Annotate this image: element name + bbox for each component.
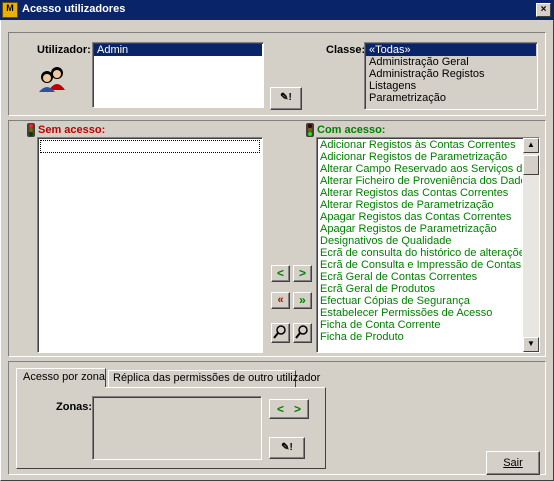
users-icon xyxy=(36,66,70,92)
search-left-button[interactable] xyxy=(271,323,290,343)
move-left-button[interactable]: < xyxy=(271,265,290,282)
list-item[interactable]: Ecrã de Consulta e Impressão de Contas C… xyxy=(317,259,522,271)
sem-acesso-label: Sem acesso: xyxy=(38,124,106,136)
move-right-button[interactable]: > xyxy=(293,265,312,282)
list-item[interactable]: Apagar Registos das Contas Correntes xyxy=(317,211,522,223)
list-item[interactable]: Alterar Ficheiro de Proveniência dos Dad… xyxy=(317,175,522,187)
active-tab-join xyxy=(17,385,105,388)
list-item[interactable]: Ecrã Geral de Produtos xyxy=(317,283,522,295)
com-acesso-label: Com acesso: xyxy=(317,124,386,136)
classe-item[interactable]: Administração Registos xyxy=(366,68,536,80)
classe-listbox[interactable]: «Todas» Administração Geral Administraçã… xyxy=(364,42,538,110)
traffic-light-green-icon xyxy=(306,123,314,137)
classe-item-selected[interactable]: «Todas» xyxy=(366,44,536,56)
zone-right-icon: > xyxy=(294,402,302,416)
edit-icon: ✎! xyxy=(281,442,293,453)
list-item[interactable]: Ficha de Conta Corrente xyxy=(317,319,522,331)
classe-item[interactable]: Listagens xyxy=(366,80,536,92)
list-item[interactable]: Ecrã de consulta do histórico de alteraç… xyxy=(317,247,522,259)
list-item[interactable]: Adicionar Registos de Parametrização xyxy=(317,151,522,163)
list-item[interactable]: Apagar Registos de Parametrização xyxy=(317,223,522,235)
vertical-scrollbar[interactable]: ▲ ▼ xyxy=(523,138,539,352)
com-acesso-listbox[interactable]: Adicionar Registos às Contas Correntes A… xyxy=(316,137,540,353)
list-item[interactable]: Alterar Campo Reservado aos Serviços de … xyxy=(317,163,522,175)
traffic-light-red-icon xyxy=(27,123,35,137)
list-item[interactable]: Alterar Registos das Contas Correntes xyxy=(317,187,522,199)
zone-transfer-button[interactable]: < > xyxy=(269,399,309,419)
scroll-down-button[interactable]: ▼ xyxy=(523,337,539,352)
list-item[interactable]: Ficha de Produto xyxy=(317,331,522,343)
classe-item[interactable]: Administração Geral xyxy=(366,56,536,68)
move-all-right-button[interactable]: » xyxy=(293,292,312,309)
zonas-listbox[interactable] xyxy=(92,396,262,460)
classe-item[interactable]: Parametrização xyxy=(366,92,536,104)
list-item[interactable]: Adicionar Registos às Contas Correntes xyxy=(317,139,522,151)
edit-zone-button[interactable]: ✎! xyxy=(269,437,305,459)
utilizador-label: Utilizador: xyxy=(37,44,91,56)
sem-acesso-listbox[interactable] xyxy=(37,137,263,353)
tab-replica-permissoes[interactable]: Réplica das permissões de outro utilizad… xyxy=(108,370,320,387)
app-icon-glyph: M xyxy=(6,3,14,13)
list-item[interactable]: Alterar Registos de Parametrização xyxy=(317,199,522,211)
sair-label: Sair xyxy=(503,457,523,469)
classe-label: Classe: xyxy=(326,44,366,56)
list-item[interactable]: Estabelecer Permissões de Acesso xyxy=(317,307,522,319)
list-item[interactable]: Designativos de Qualidade xyxy=(317,235,522,247)
user-item-selected[interactable]: Admin xyxy=(94,44,262,56)
scroll-up-button[interactable]: ▲ xyxy=(523,138,539,153)
edit-user-button[interactable]: ✎! xyxy=(270,87,302,110)
window-title: Acesso utilizadores xyxy=(22,3,126,15)
zone-left-icon: < xyxy=(276,402,284,416)
list-item[interactable]: Ecrã Geral de Contas Correntes xyxy=(317,271,522,283)
close-button[interactable]: × xyxy=(536,3,551,17)
user-listbox[interactable]: Admin xyxy=(92,42,264,108)
move-all-left-button[interactable]: « xyxy=(271,292,290,309)
search-right-button[interactable] xyxy=(293,323,312,343)
list-item[interactable]: Efectuar Cópias de Segurança xyxy=(317,295,522,307)
magnifier-icon xyxy=(295,325,308,339)
sair-button[interactable]: Sair xyxy=(486,451,540,475)
edit-icon: ✎! xyxy=(280,92,292,103)
zonas-label: Zonas: xyxy=(56,401,93,413)
focus-rect xyxy=(40,140,260,153)
scroll-thumb[interactable] xyxy=(523,155,539,175)
magnifier-icon xyxy=(273,325,286,339)
